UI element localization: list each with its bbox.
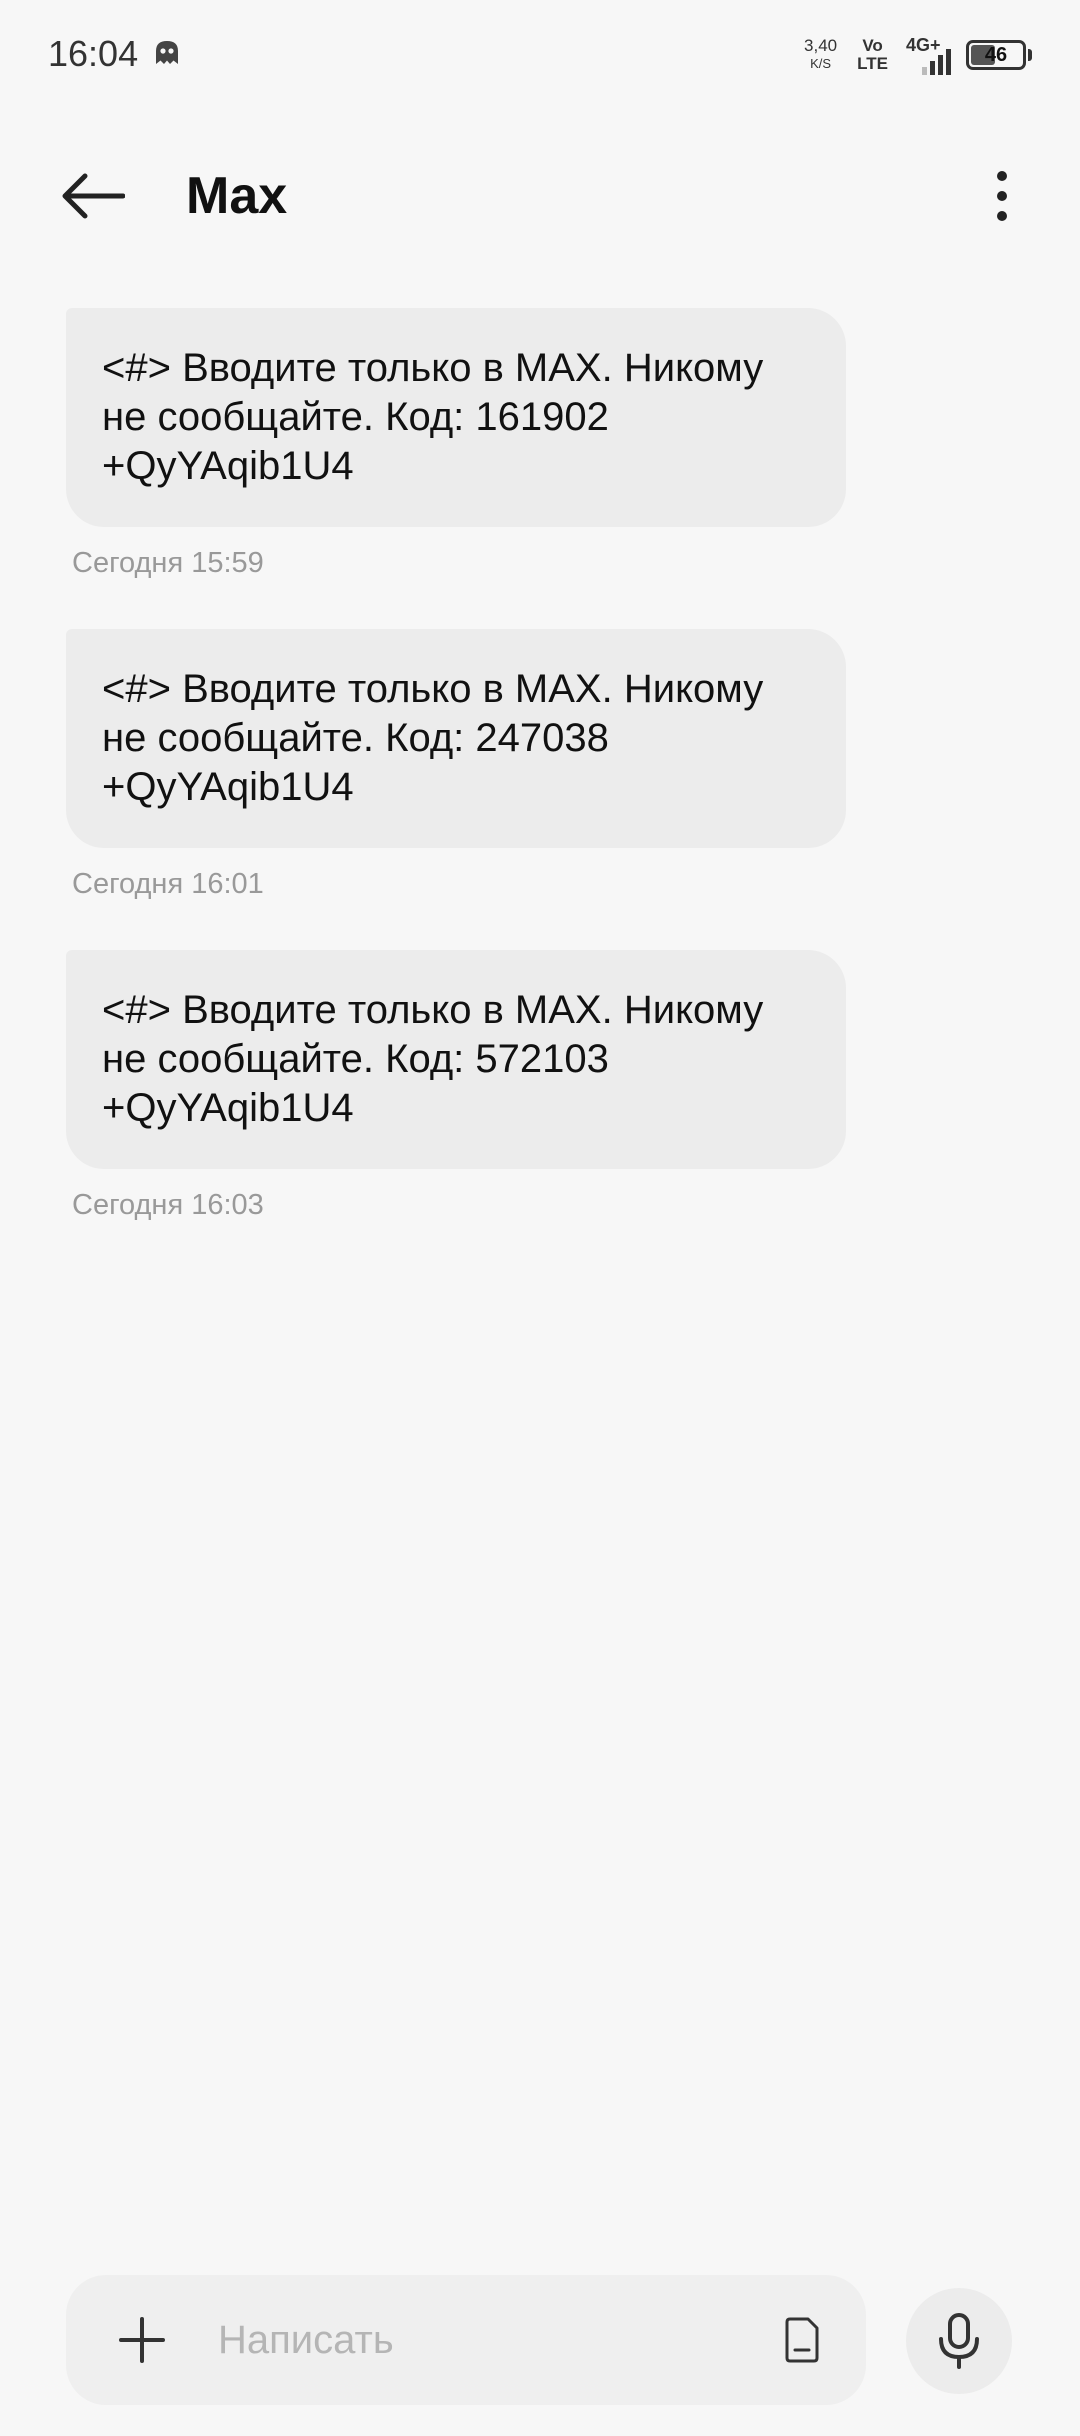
message-composer — [66, 2275, 866, 2405]
status-time: 16:04 — [48, 33, 139, 74]
message-input[interactable] — [218, 2300, 688, 2380]
message-bubble[interactable]: <#> Вводите только в MAX. Никому не сооб… — [66, 308, 846, 527]
message-line: +QyYAqib1U4 — [102, 765, 354, 809]
plus-icon — [119, 2317, 165, 2363]
back-arrow-icon — [62, 173, 125, 219]
message-item: <#> Вводите только в MAX. Никому не сооб… — [66, 308, 1080, 581]
message-line: не сообщайте. Код: 247038 — [102, 716, 609, 760]
message-line: <#> Вводите только в MAX. Никому — [102, 988, 764, 1032]
volte-bottom: LTE — [857, 54, 888, 73]
status-bar: 16:04 3,40 K/S Vo LTE 4G+ 46 — [0, 0, 1080, 110]
message-bubble[interactable]: <#> Вводите только в MAX. Никому не сооб… — [66, 950, 846, 1169]
message-list: <#> Вводите только в MAX. Никому не сооб… — [0, 308, 1080, 1271]
message-line: не сообщайте. Код: 572103 — [102, 1037, 609, 1081]
sim-card-icon — [785, 2317, 819, 2363]
message-line: не сообщайте. Код: 161902 — [102, 395, 609, 439]
conversation-header: Max — [0, 130, 1080, 260]
volte-indicator: Vo LTE — [857, 37, 888, 73]
message-line: +QyYAqib1U4 — [102, 1086, 354, 1130]
signal-indicator: 4G+ — [906, 35, 952, 75]
volte-top: Vo — [862, 36, 883, 55]
status-indicators: 3,40 K/S Vo LTE 4G+ 46 — [804, 30, 1032, 80]
signal-bars-icon — [922, 49, 951, 75]
message-item: <#> Вводите только в MAX. Никому не сооб… — [66, 629, 1080, 902]
microphone-icon — [939, 2313, 979, 2369]
message-item: <#> Вводите только в MAX. Никому не сооб… — [66, 950, 1080, 1223]
message-line: <#> Вводите только в MAX. Никому — [102, 667, 764, 711]
battery-tip — [1028, 49, 1032, 61]
message-line: +QyYAqib1U4 — [102, 444, 354, 488]
message-line: <#> Вводите только в MAX. Никому — [102, 346, 764, 390]
network-speed: 3,40 K/S — [804, 37, 837, 73]
back-button[interactable] — [48, 158, 138, 234]
message-timestamp: Сегодня 15:59 — [72, 547, 264, 579]
battery-level: 46 — [984, 43, 1008, 66]
battery-icon: 46 — [966, 40, 1026, 70]
sim-select-button[interactable] — [772, 2310, 832, 2370]
more-options-button[interactable] — [972, 158, 1032, 234]
message-timestamp: Сегодня 16:03 — [72, 1189, 264, 1221]
network-speed-value: 3,40 — [804, 36, 838, 55]
contact-name: Max — [186, 167, 288, 225]
ghost-icon — [152, 38, 182, 68]
message-timestamp: Сегодня 16:01 — [72, 868, 264, 900]
message-bubble[interactable]: <#> Вводите только в MAX. Никому не сооб… — [66, 629, 846, 848]
voice-message-button[interactable] — [906, 2288, 1012, 2394]
add-attachment-button[interactable] — [112, 2310, 172, 2370]
network-speed-unit: K/S — [810, 56, 832, 71]
more-vertical-icon — [997, 171, 1007, 221]
